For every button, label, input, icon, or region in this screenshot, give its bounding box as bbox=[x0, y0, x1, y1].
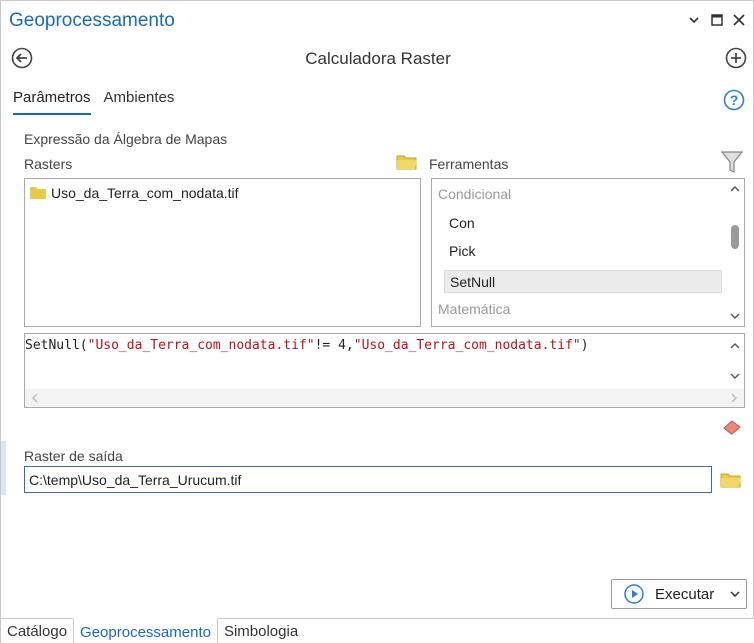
tool-header: Calculadora Raster bbox=[1, 41, 754, 77]
scroll-down-icon[interactable] bbox=[726, 308, 744, 324]
scroll-left-icon[interactable] bbox=[27, 389, 43, 407]
output-raster-field[interactable]: C:\temp\Uso_da_Terra_Urucum.tif bbox=[24, 466, 712, 493]
pane-title: Geoprocessamento bbox=[9, 10, 175, 31]
tools-label: Ferramentas bbox=[429, 156, 509, 172]
expression-text[interactable]: SetNull("Uso_da_Terra_com_nodata.tif"!= … bbox=[25, 338, 589, 353]
play-icon bbox=[624, 584, 644, 604]
maximize-icon[interactable] bbox=[708, 11, 726, 29]
eraser-icon[interactable] bbox=[721, 418, 743, 436]
rasters-label: Rasters bbox=[24, 156, 73, 172]
list-item[interactable]: Uso_da_Terra_com_nodata.tif bbox=[29, 185, 239, 201]
filter-icon[interactable] bbox=[720, 150, 744, 174]
active-parameter-indicator bbox=[1, 441, 6, 495]
tool-group-math[interactable]: Matemática bbox=[438, 301, 510, 317]
tools-list[interactable]: Condicional Con Pick SetNull Matemática bbox=[431, 178, 745, 327]
tool-group-conditional[interactable]: Condicional bbox=[438, 186, 511, 202]
run-button[interactable]: Executar bbox=[611, 579, 747, 609]
tab-symbology[interactable]: Simbologia bbox=[218, 619, 304, 643]
expression-hscrollbar[interactable] bbox=[25, 389, 744, 407]
tool-item-setnull[interactable]: SetNull bbox=[444, 270, 722, 293]
svg-text:?: ? bbox=[730, 92, 739, 108]
tab-bar: Parâmetros Ambientes bbox=[13, 89, 187, 115]
raster-folder-icon bbox=[30, 187, 46, 199]
tab-parameters[interactable]: Parâmetros bbox=[13, 89, 91, 115]
scroll-right-icon[interactable] bbox=[726, 389, 742, 407]
tab-environments[interactable]: Ambientes bbox=[104, 89, 175, 115]
scroll-down-icon[interactable] bbox=[726, 368, 744, 384]
add-circle-icon[interactable] bbox=[725, 47, 747, 69]
tab-catalog[interactable]: Catálogo bbox=[1, 619, 73, 643]
scroll-up-icon[interactable] bbox=[726, 181, 744, 197]
folder-icon[interactable] bbox=[720, 471, 742, 489]
title-bar: Geoprocessamento bbox=[1, 1, 754, 41]
chevron-down-icon[interactable] bbox=[685, 11, 703, 29]
tools-scrollbar[interactable] bbox=[726, 179, 744, 326]
scroll-up-icon[interactable] bbox=[726, 338, 744, 354]
tool-item-pick[interactable]: Pick bbox=[449, 243, 475, 259]
scroll-thumb[interactable] bbox=[731, 225, 739, 249]
tab-geoprocessing[interactable]: Geoprocessamento bbox=[73, 618, 218, 643]
rasters-list[interactable]: Uso_da_Terra_com_nodata.tif bbox=[24, 178, 421, 327]
chevron-down-icon[interactable] bbox=[730, 588, 740, 600]
raster-name: Uso_da_Terra_com_nodata.tif bbox=[51, 185, 239, 201]
folder-icon[interactable] bbox=[396, 153, 418, 171]
run-button-label: Executar bbox=[655, 585, 715, 603]
close-icon[interactable] bbox=[730, 11, 748, 29]
geoprocessing-pane: Geoprocessamento Calculadora Raster Parâ… bbox=[0, 0, 754, 643]
output-label: Raster de saída bbox=[24, 448, 123, 464]
help-icon[interactable]: ? bbox=[723, 89, 745, 111]
tool-item-con[interactable]: Con bbox=[449, 215, 475, 231]
tool-title: Calculadora Raster bbox=[305, 49, 451, 68]
expression-vscrollbar[interactable] bbox=[726, 334, 744, 389]
bottom-tab-bar: Catálogo Geoprocessamento Simbologia bbox=[1, 618, 754, 643]
expression-editor[interactable]: SetNull("Uso_da_Terra_com_nodata.tif"!= … bbox=[24, 333, 745, 408]
expression-label: Expressão da Álgebra de Mapas bbox=[24, 131, 228, 147]
